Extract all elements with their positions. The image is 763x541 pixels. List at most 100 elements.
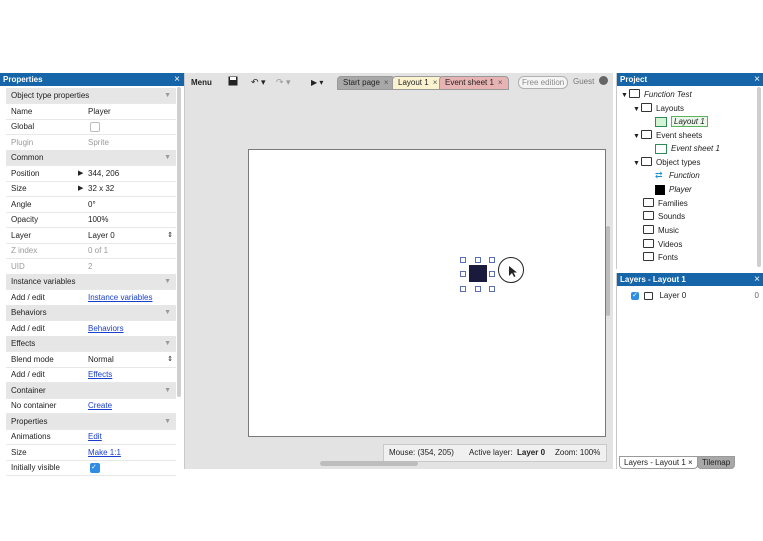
collapse-icon[interactable]: ▼ (164, 336, 171, 351)
tree-label: Sounds (658, 212, 686, 221)
expand-arrow-icon[interactable]: ▶ (78, 181, 83, 196)
user-avatar-icon[interactable] (599, 76, 608, 85)
close-tab-icon[interactable]: × (688, 458, 693, 467)
function-icon: ⇄ (655, 170, 663, 180)
player-sprite[interactable] (469, 265, 487, 282)
property-section-header[interactable]: Object type properties ▼ (6, 88, 176, 104)
tab-layers[interactable]: Layers - Layout 1 × (619, 456, 698, 469)
property-select[interactable]: Layer 0 (88, 228, 115, 243)
folder-icon (641, 103, 652, 113)
tab-start-page[interactable]: Start page × (337, 76, 395, 90)
property-select[interactable]: Normal (88, 352, 114, 367)
collapse-icon[interactable]: ▼ (164, 305, 171, 320)
property-section-header[interactable]: Instance variables ▼ (6, 274, 176, 290)
edition-badge[interactable]: Free edition (518, 76, 569, 89)
undo-icon[interactable]: ↶ ▾ (251, 76, 266, 89)
tab-layout-1[interactable]: Layout 1 × (392, 76, 444, 90)
property-checkbox[interactable] (90, 122, 100, 132)
horizontal-scrollbar[interactable] (320, 461, 418, 466)
layer-visible-checkbox[interactable]: ✓ (631, 291, 639, 300)
tree-function[interactable]: ⇄ Function (655, 169, 700, 182)
collapse-icon[interactable]: ▼ (164, 150, 171, 165)
property-value[interactable]: 100% (88, 212, 108, 227)
property-section-header[interactable]: Common ▼ (6, 150, 176, 166)
select-arrows-icon[interactable]: ⇕ (167, 228, 173, 243)
tab-event-sheet-1[interactable]: Event sheet 1 × (439, 76, 509, 90)
section-label: Behaviors (11, 308, 47, 317)
project-scrollbar[interactable] (757, 87, 761, 267)
resize-handle[interactable] (475, 257, 481, 263)
property-link[interactable]: Behaviors (88, 321, 124, 336)
property-checkbox[interactable] (90, 460, 100, 475)
tree-families[interactable]: Families (643, 197, 688, 210)
expand-icon[interactable]: ▼ (621, 89, 629, 102)
tree-label: Event sheets (656, 131, 703, 140)
tree-player[interactable]: Player (655, 183, 692, 196)
expand-icon[interactable]: ▼ (633, 130, 641, 143)
tree-layout-1[interactable]: Layout 1 (655, 115, 708, 128)
property-section-header[interactable]: Effects ▼ (6, 336, 176, 352)
layer-index: 0 (754, 291, 759, 300)
tree-music[interactable]: Music (643, 224, 679, 237)
lock-icon[interactable] (644, 291, 654, 300)
close-properties-icon[interactable]: × (174, 73, 180, 86)
tree-label: Music (658, 226, 679, 235)
property-link[interactable]: Instance variables (88, 290, 152, 305)
property-section-header[interactable]: Behaviors ▼ (6, 305, 176, 321)
close-tab-icon[interactable]: × (433, 78, 438, 87)
tree-event-sheets[interactable]: ▼ Event sheets (633, 129, 702, 142)
property-value[interactable]: 0° (88, 197, 96, 212)
resize-handle[interactable] (489, 271, 495, 277)
expand-icon[interactable]: ▼ (633, 157, 641, 170)
tree-videos[interactable]: Videos (643, 238, 682, 251)
layer-row[interactable]: ✓ Layer 0 0 (631, 289, 761, 302)
tree-label: Families (658, 199, 688, 208)
layout-canvas[interactable] (248, 149, 606, 437)
property-link[interactable]: Make 1:1 (88, 445, 121, 460)
select-arrows-icon[interactable]: ⇕ (167, 352, 173, 367)
user-label[interactable]: Guest (573, 76, 594, 88)
collapse-icon[interactable]: ▼ (164, 383, 171, 398)
tree-object-types[interactable]: ▼ Object types (633, 156, 700, 169)
property-key: Position (11, 168, 40, 178)
collapse-icon[interactable]: ▼ (164, 88, 171, 103)
resize-handle[interactable] (489, 257, 495, 263)
tab-tilemap[interactable]: Tilemap (697, 456, 736, 469)
close-tab-icon[interactable]: × (384, 78, 389, 87)
close-layers-icon[interactable]: × (754, 273, 760, 286)
property-value[interactable]: 32 x 32 (88, 181, 114, 196)
section-label: Effects (11, 339, 36, 348)
save-icon[interactable] (228, 76, 238, 89)
expand-icon[interactable]: ▼ (633, 103, 641, 116)
resize-handle[interactable] (460, 286, 466, 292)
menu-button[interactable]: Menu (191, 76, 212, 89)
property-value[interactable]: 344, 206 (88, 166, 119, 181)
expand-arrow-icon[interactable]: ▶ (78, 166, 83, 181)
property-link[interactable]: Edit (88, 429, 102, 444)
property-value[interactable]: Player (88, 104, 111, 119)
property-link[interactable]: Create (88, 398, 112, 413)
property-link[interactable]: Effects (88, 367, 112, 382)
folder-icon (629, 89, 640, 99)
property-section-header[interactable]: Properties ▼ (6, 413, 176, 430)
run-icon[interactable]: ▶ ▾ (311, 76, 323, 89)
tree-fonts[interactable]: Fonts (643, 251, 678, 264)
resize-handle[interactable] (489, 286, 495, 292)
vertical-scrollbar[interactable] (606, 226, 610, 316)
collapse-icon[interactable]: ▼ (164, 274, 171, 289)
close-tab-icon[interactable]: × (498, 78, 503, 87)
tree-root[interactable]: ▼ Function Test (621, 88, 692, 101)
collapse-icon[interactable]: ▼ (164, 414, 171, 429)
property-section-header[interactable]: Container ▼ (6, 382, 176, 399)
tree-sounds[interactable]: Sounds (643, 210, 685, 223)
tree-layouts[interactable]: ▼ Layouts (633, 102, 684, 115)
redo-icon[interactable]: ↷ ▾ (276, 76, 291, 89)
close-project-icon[interactable]: × (754, 73, 760, 86)
resize-handle[interactable] (460, 271, 466, 277)
properties-scrollbar[interactable] (177, 87, 181, 397)
tree-label: Player (669, 185, 692, 194)
resize-handle[interactable] (475, 286, 481, 292)
resize-handle[interactable] (460, 257, 466, 263)
tree-event-sheet-1[interactable]: Event sheet 1 (655, 142, 720, 155)
property-key: Animations (11, 432, 51, 441)
